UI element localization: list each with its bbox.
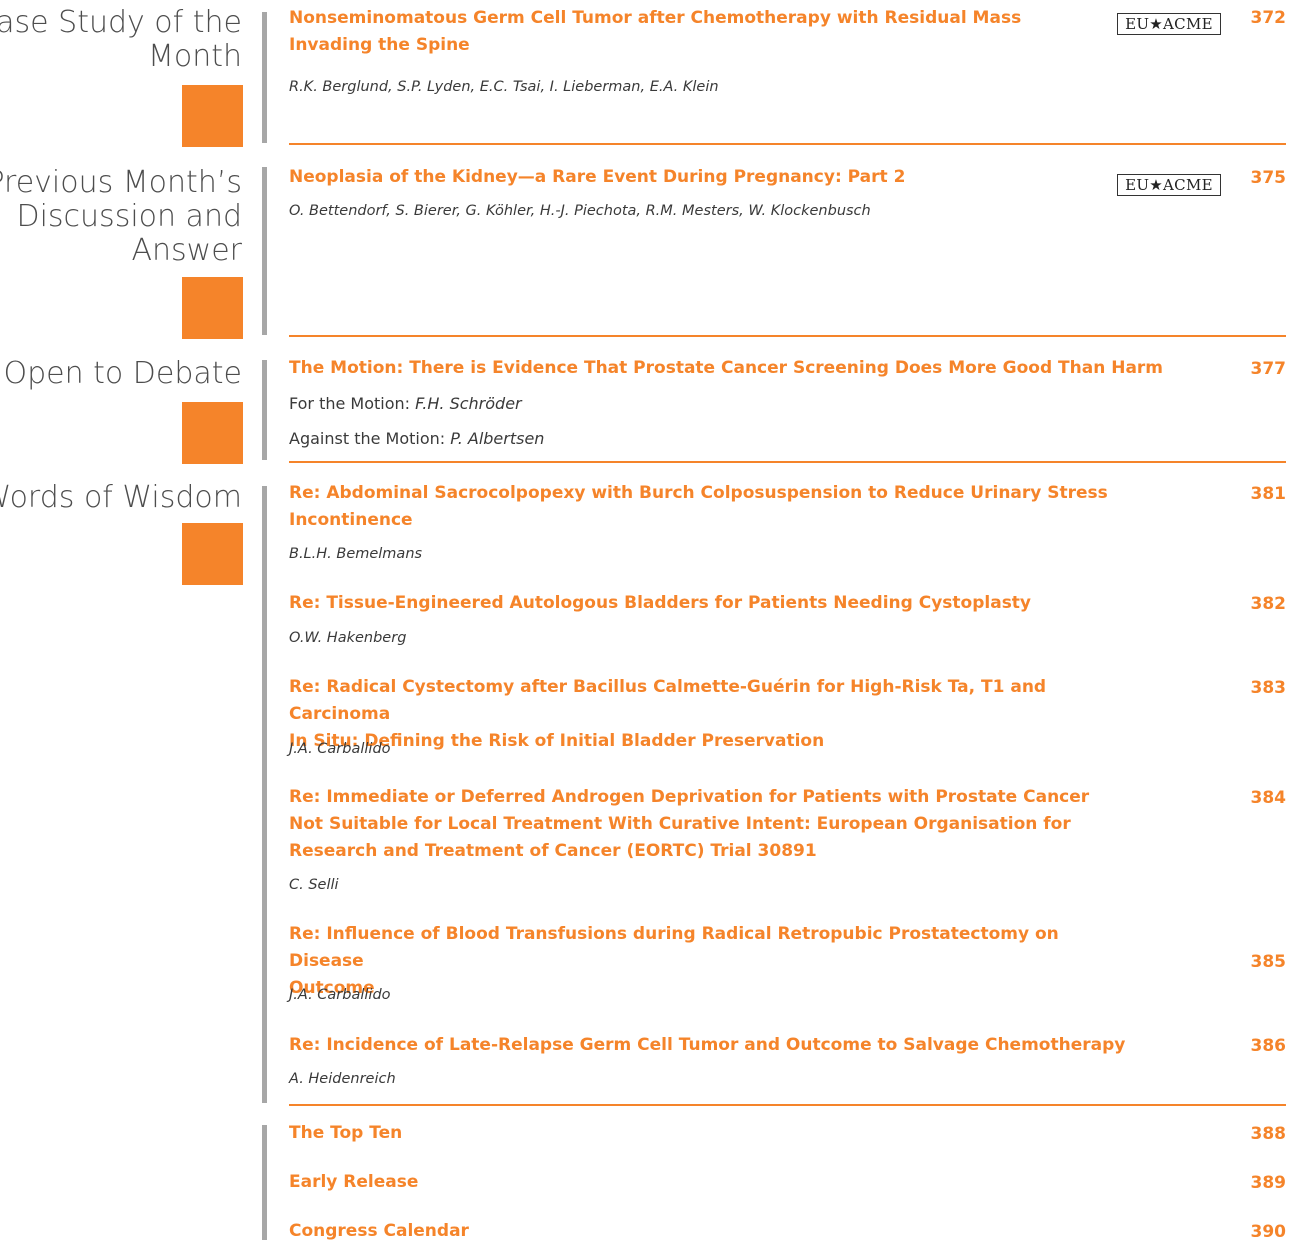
section-title-line: Discussion and	[16, 199, 242, 234]
toc-entry-early-release[interactable]: Early Release	[289, 1169, 1119, 1196]
toc-entry-top-ten[interactable]: The Top Ten	[289, 1120, 1119, 1147]
page-number[interactable]: 381	[1251, 484, 1287, 504]
article-title-link[interactable]: Re: Abdominal Sacrocolpopexy with Burch …	[289, 480, 1119, 534]
article-title-link[interactable]: Re: Influence of Blood Transfusions duri…	[289, 921, 1119, 1002]
page-number[interactable]: 382	[1251, 594, 1287, 614]
page-number[interactable]: 388	[1251, 1124, 1287, 1144]
article-title-link[interactable]: Re: Radical Cystectomy after Bacillus Ca…	[289, 674, 1119, 755]
section-separator	[289, 143, 1286, 145]
page-number[interactable]: 384	[1251, 788, 1287, 808]
section-marker-square	[182, 402, 243, 464]
article-authors: A. Heidenreich	[289, 1071, 396, 1087]
eu-acme-badge: EU★ACME	[1117, 13, 1221, 35]
article-authors: C. Selli	[289, 877, 339, 893]
section-divider-bar	[262, 486, 267, 1103]
page-number[interactable]: 375	[1251, 168, 1287, 188]
motion-for-label: For the Motion:	[289, 394, 411, 413]
section-title-line: Case Study of the	[0, 5, 242, 40]
article-authors: B.L.H. Bemelmans	[289, 546, 423, 562]
section-title-line: Words of Wisdom	[0, 480, 242, 515]
article-authors: O. Bettendorf, S. Bierer, G. Köhler, H.-…	[289, 203, 871, 219]
article-title-link[interactable]: Neoplasia of the Kidney—a Rare Event Dur…	[289, 164, 1119, 191]
article-authors: O.W. Hakenberg	[289, 630, 407, 646]
section-marker-square	[182, 523, 243, 585]
page-number[interactable]: 385	[1251, 952, 1287, 972]
section-title-line: Open to Debate	[3, 356, 242, 391]
section-divider-bar	[262, 1125, 267, 1240]
article-authors: J.A. Carballido	[289, 741, 391, 757]
section-separator	[289, 1104, 1286, 1106]
article-title-line: Outcome	[289, 978, 375, 998]
section-title-case-study: Case Study of the Month	[0, 6, 242, 74]
article-title-link[interactable]: Re: Immediate or Deferred Androgen Depri…	[289, 784, 1119, 865]
section-divider-bar	[262, 360, 267, 460]
article-authors: R.K. Berglund, S.P. Lyden, E.C. Tsai, I.…	[289, 79, 719, 95]
section-divider-bar	[262, 12, 267, 143]
section-title-words-of-wisdom: Words of Wisdom	[0, 481, 242, 515]
section-title-previous-month: Previous Month’s Discussion and Answer	[0, 166, 242, 268]
article-title-line: Re: Incidence of Late-Relapse Germ Cell …	[289, 1035, 1126, 1055]
article-title-link[interactable]: The Motion: There is Evidence That Prost…	[289, 355, 1219, 382]
article-title-line: Incontinence	[289, 510, 413, 530]
page-number[interactable]: 386	[1251, 1036, 1287, 1056]
page-number[interactable]: 390	[1251, 1222, 1287, 1242]
article-title-line: Nonseminomatous Germ Cell Tumor after Ch…	[289, 8, 1022, 28]
article-title-line: Re: Influence of Blood Transfusions duri…	[289, 924, 1059, 971]
article-title-line: Invading the Spine	[289, 35, 470, 55]
page-number[interactable]: 377	[1251, 359, 1287, 379]
motion-against-name: P. Albertsen	[450, 429, 545, 448]
article-title-line: Re: Immediate or Deferred Androgen Depri…	[289, 787, 1090, 807]
section-marker-square	[182, 85, 243, 147]
section-title-line: Month	[147, 39, 242, 74]
page-number[interactable]: 389	[1251, 1173, 1287, 1193]
motion-for-name: F.H. Schröder	[415, 394, 522, 413]
motion-against-label: Against the Motion:	[289, 429, 446, 448]
article-title-line: Re: Radical Cystectomy after Bacillus Ca…	[289, 677, 1047, 724]
article-title-line: Not Suitable for Local Treatment With Cu…	[289, 814, 1071, 834]
article-title-line: Re: Tissue-Engineered Autologous Bladder…	[289, 593, 1032, 613]
article-title-link[interactable]: Re: Tissue-Engineered Autologous Bladder…	[289, 590, 1119, 617]
article-title-link[interactable]: Re: Incidence of Late-Relapse Germ Cell …	[289, 1032, 1219, 1059]
section-separator	[289, 335, 1286, 337]
section-title-open-to-debate: Open to Debate	[3, 357, 242, 391]
eu-acme-badge: EU★ACME	[1117, 174, 1221, 196]
motion-for: For the Motion: F.H. Schröder	[289, 394, 522, 413]
article-title-line: Re: Abdominal Sacrocolpopexy with Burch …	[289, 483, 1108, 503]
section-separator	[289, 461, 1286, 463]
section-title-line: Answer	[131, 233, 243, 268]
toc-entry-congress-calendar[interactable]: Congress Calendar	[289, 1218, 1119, 1245]
section-marker-square	[182, 277, 243, 339]
article-authors: J.A. Carballido	[289, 987, 391, 1003]
section-divider-bar	[262, 167, 267, 335]
article-title-link[interactable]: Nonseminomatous Germ Cell Tumor after Ch…	[289, 5, 1119, 59]
section-title-line: Previous Month’s	[0, 165, 242, 200]
article-title-line: Research and Treatment of Cancer (EORTC)…	[289, 841, 817, 861]
page-number[interactable]: 372	[1251, 8, 1287, 28]
article-title-line: In Situ: Defining the Risk of Initial Bl…	[289, 731, 825, 751]
page-number[interactable]: 383	[1251, 678, 1287, 698]
motion-against: Against the Motion: P. Albertsen	[289, 429, 544, 448]
